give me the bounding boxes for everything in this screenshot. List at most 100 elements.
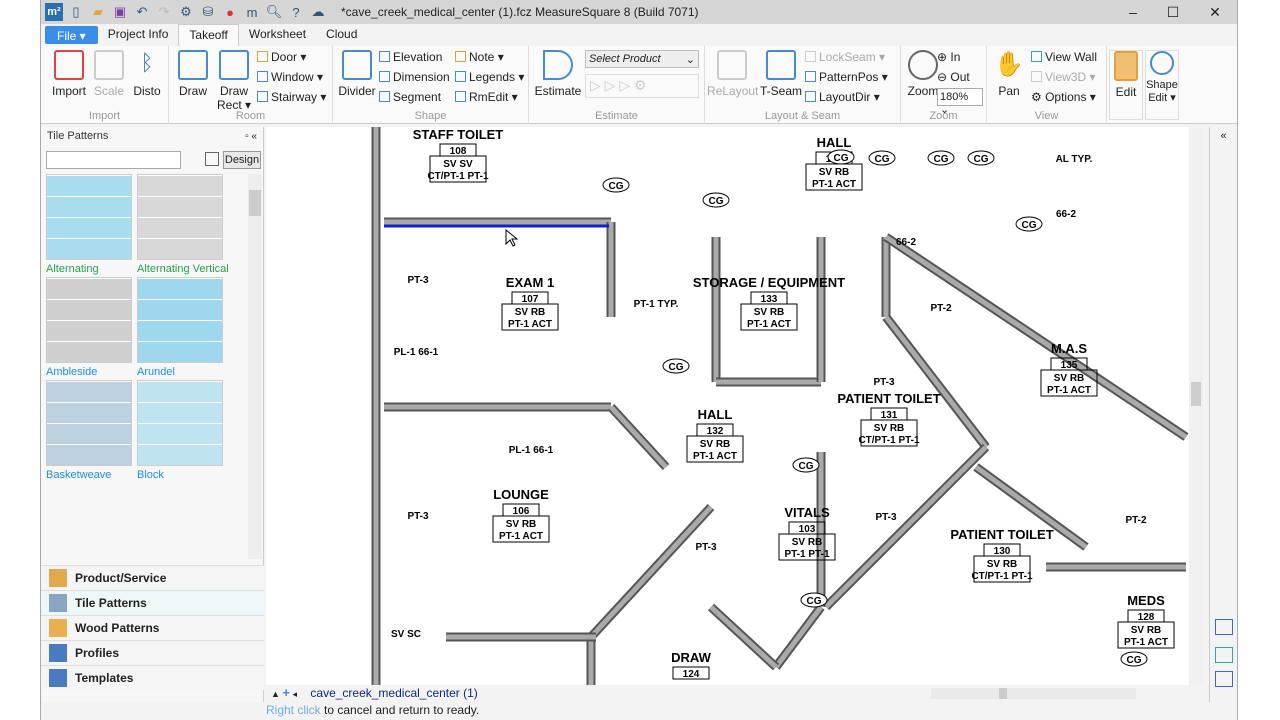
- tag: CG: [827, 149, 855, 165]
- dimension-button[interactable]: Dimension: [379, 70, 450, 84]
- vertical-scrollbar[interactable]: [1189, 127, 1203, 685]
- relayout-button[interactable]: ReLayout: [707, 50, 758, 98]
- room-number: 106: [513, 506, 530, 517]
- zoom-out-button[interactable]: ⊖ Out: [937, 70, 970, 84]
- window-button[interactable]: Window ▾: [257, 70, 323, 84]
- room-label[interactable]: VITALS 103 SV RBPT-1 PT-1: [778, 505, 836, 561]
- product-select[interactable]: Select Product ⌄: [585, 50, 699, 68]
- pan-label: Pan: [998, 84, 1020, 98]
- new-icon[interactable]: ▯: [67, 3, 85, 21]
- pattern-thumbnail[interactable]: [137, 277, 223, 363]
- layoutdir-button[interactable]: LayoutDir ▾: [805, 90, 880, 104]
- zoom-level-select[interactable]: 180% ⌄: [937, 88, 983, 116]
- save-icon[interactable]: ▣: [111, 3, 129, 21]
- pattern-search-input[interactable]: [46, 151, 181, 169]
- view-wall-button[interactable]: View Wall: [1031, 50, 1097, 64]
- tag: CG: [702, 192, 730, 208]
- options-button[interactable]: ⚙ Options ▾: [1031, 90, 1096, 104]
- maximize-button[interactable]: ☐: [1154, 0, 1192, 24]
- zoom-level: 180%: [940, 91, 969, 103]
- cloud-icon[interactable]: ☁: [309, 3, 327, 21]
- list-icon[interactable]: [1215, 671, 1233, 687]
- tag: PT-1 TYP.: [634, 299, 679, 310]
- tab-worksheet[interactable]: Worksheet: [239, 24, 316, 46]
- pattern-thumbnail[interactable]: [137, 380, 223, 466]
- edit-button[interactable]: Edit: [1109, 50, 1143, 120]
- room-label[interactable]: PATIENT TOILET 130 SV RBCT/PT-1 PT-1: [950, 527, 1054, 583]
- room-label[interactable]: EXAM 1 107 SV RBPT-1 ACT: [501, 275, 559, 331]
- expand-icon[interactable]: «: [1210, 130, 1237, 142]
- settings-icon[interactable]: ⚙: [177, 3, 195, 21]
- estimate-button[interactable]: Estimate: [533, 50, 583, 98]
- minimize-button[interactable]: –: [1114, 0, 1152, 24]
- view3d-button[interactable]: View3D ▾: [1031, 70, 1096, 84]
- accordion-item[interactable]: Product/Service: [41, 565, 264, 590]
- undo-icon[interactable]: ↶: [133, 3, 151, 21]
- design-button[interactable]: Design: [223, 151, 261, 169]
- room-name: MEDS: [1127, 593, 1165, 608]
- user-icon[interactable]: ●: [221, 3, 239, 21]
- import-button[interactable]: Import: [47, 50, 91, 98]
- help-icon[interactable]: ?: [287, 3, 305, 21]
- note-button[interactable]: Note ▾: [455, 50, 504, 64]
- group-label: Shape: [414, 110, 447, 122]
- room-label[interactable]: LOUNGE 106 SV RBPT-1 ACT: [492, 487, 550, 543]
- horizontal-scrollbar[interactable]: [931, 688, 1136, 699]
- room-label[interactable]: HALL 132 SV RBPT-1 ACT: [686, 407, 744, 463]
- play-icon[interactable]: [1215, 647, 1233, 663]
- t-seam-button[interactable]: T-Seam: [759, 50, 803, 98]
- tag-text: PT-2: [1125, 515, 1147, 526]
- pattern-thumbnail[interactable]: [46, 174, 132, 260]
- patternpos-button[interactable]: PatternPos ▾: [805, 70, 888, 84]
- pan-button[interactable]: ✋ Pan: [987, 50, 1031, 98]
- room-label[interactable]: STAFF TOILET 108 SV SVCT/PT-1 PT-1: [413, 127, 504, 183]
- zoom-out-label: Out: [950, 70, 970, 84]
- segment-button[interactable]: Segment: [379, 90, 441, 104]
- properties-icon[interactable]: [1215, 619, 1233, 635]
- database-icon[interactable]: ⛁: [199, 3, 217, 21]
- stairway-button[interactable]: Stairway ▾: [257, 90, 326, 104]
- pattern-thumbnail[interactable]: [46, 380, 132, 466]
- close-button[interactable]: ✕: [1196, 0, 1234, 24]
- disto-button[interactable]: ᛒ Disto: [125, 50, 169, 98]
- sheet-tab[interactable]: cave_creek_medical_center (1): [310, 686, 477, 700]
- redo-icon[interactable]: ↷: [155, 3, 173, 21]
- sheet-nav[interactable]: ▲ + ◂: [271, 685, 297, 700]
- tab-project-info[interactable]: Project Info: [98, 24, 179, 46]
- tab-takeoff[interactable]: Takeoff: [178, 24, 239, 46]
- drawing-canvas[interactable]: STAFF TOILET108SV SVCT/PT-1 PT-1HALL134S…: [266, 127, 1189, 685]
- accordion-item[interactable]: Wood Patterns: [41, 615, 264, 640]
- group-layout-seam: ReLayout T-Seam LockSeam ▾ PatternPos ▾ …: [705, 46, 901, 124]
- preview-icon[interactable]: 🔍︎: [265, 3, 283, 21]
- room-name: DRAW: [671, 650, 711, 665]
- measure-icon[interactable]: m: [243, 3, 261, 21]
- group-label: Layout & Seam: [764, 110, 841, 122]
- tab-file[interactable]: File ▾: [45, 26, 98, 44]
- tab-cloud[interactable]: Cloud: [316, 24, 367, 46]
- lockseam-button[interactable]: LockSeam ▾: [805, 50, 885, 64]
- pattern-scrollbar[interactable]: [248, 174, 262, 559]
- panel-pin-close[interactable]: ▫ «: [245, 131, 257, 142]
- door-button[interactable]: Door ▾: [257, 50, 306, 64]
- divider-button[interactable]: Divider: [335, 50, 379, 98]
- legends-button[interactable]: Legends ▾: [455, 70, 524, 84]
- shape-edit-button[interactable]: Shape Edit ▾: [1145, 50, 1179, 120]
- draw-rect-button[interactable]: Draw Rect ▾: [209, 50, 259, 112]
- wall-fill: [589, 505, 713, 639]
- room-label[interactable]: DRAW 124: [671, 650, 711, 680]
- open-icon[interactable]: ▰: [89, 3, 107, 21]
- room-label[interactable]: MEDS 128 SV RBPT-1 ACT: [1117, 593, 1175, 649]
- view-toggle-icon[interactable]: [205, 152, 219, 166]
- room-finish: SV RB: [506, 519, 537, 530]
- pattern-label: Block: [137, 469, 164, 481]
- accordion-item[interactable]: Templates: [41, 665, 264, 690]
- pattern-thumbnail[interactable]: [46, 277, 132, 363]
- accordion-item[interactable]: Profiles: [41, 640, 264, 665]
- room-number: 124: [683, 669, 700, 680]
- room-label[interactable]: PATIENT TOILET 131 SV RBCT/PT-1 PT-1: [837, 391, 941, 447]
- elevation-button[interactable]: Elevation: [379, 50, 442, 64]
- accordion-item[interactable]: Tile Patterns: [41, 590, 264, 615]
- zoom-in-button[interactable]: ⊕ In: [937, 50, 960, 64]
- pattern-thumbnail[interactable]: [137, 174, 223, 260]
- rmedit-button[interactable]: RmEdit ▾: [455, 90, 518, 104]
